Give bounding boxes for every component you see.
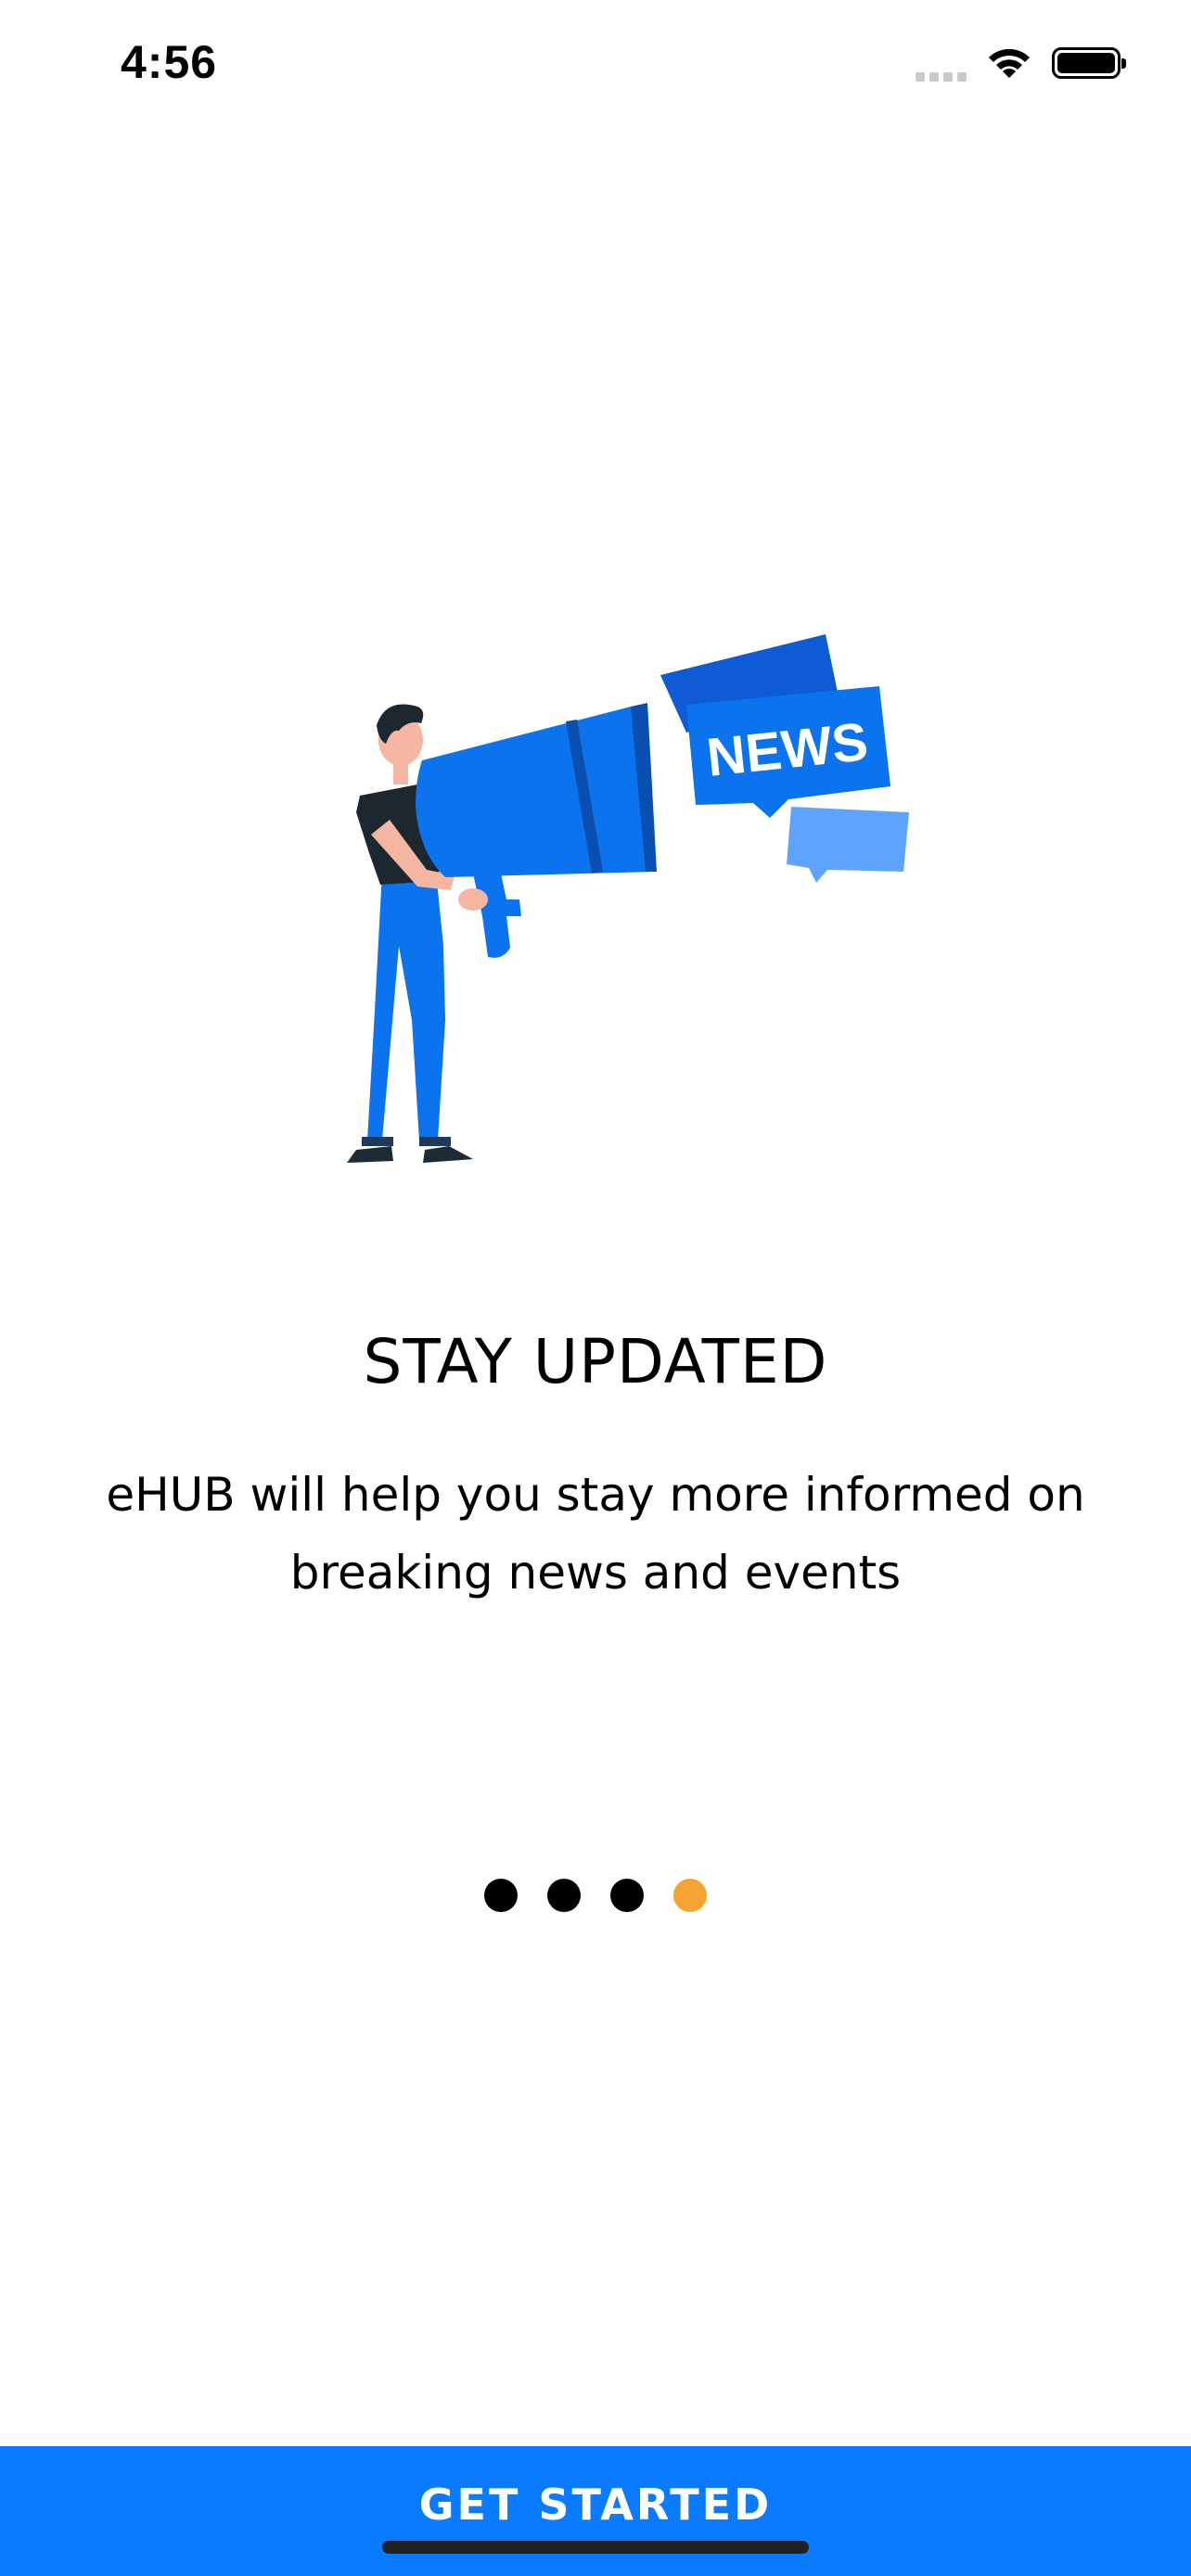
- speech-bubble-small-icon: [787, 807, 909, 883]
- get-started-label: GET STARTED: [418, 2480, 773, 2530]
- status-icons: [916, 45, 1126, 82]
- get-started-button[interactable]: GET STARTED: [0, 2446, 1191, 2576]
- wifi-icon: [989, 48, 1030, 78]
- page-indicator: [0, 1879, 1191, 1912]
- status-time: 4:56: [121, 36, 218, 88]
- status-bar: 4:56: [0, 0, 1191, 130]
- onboarding-description: eHUB will help you stay more informed on…: [106, 1468, 1085, 1600]
- page-dot-1[interactable]: [484, 1879, 518, 1912]
- megaphone-icon: [416, 707, 657, 877]
- battery-icon: [1052, 47, 1126, 79]
- megaphone-news-illustration: NEWS: [347, 634, 909, 1163]
- onboarding-title: STAY UPDATED: [363, 1326, 828, 1397]
- page-dot-3[interactable]: [610, 1879, 644, 1912]
- page-dot-2[interactable]: [547, 1879, 581, 1912]
- page-dot-4-active[interactable]: [673, 1879, 707, 1912]
- cellular-signal-icon: [916, 45, 967, 82]
- home-indicator[interactable]: [382, 2541, 809, 2554]
